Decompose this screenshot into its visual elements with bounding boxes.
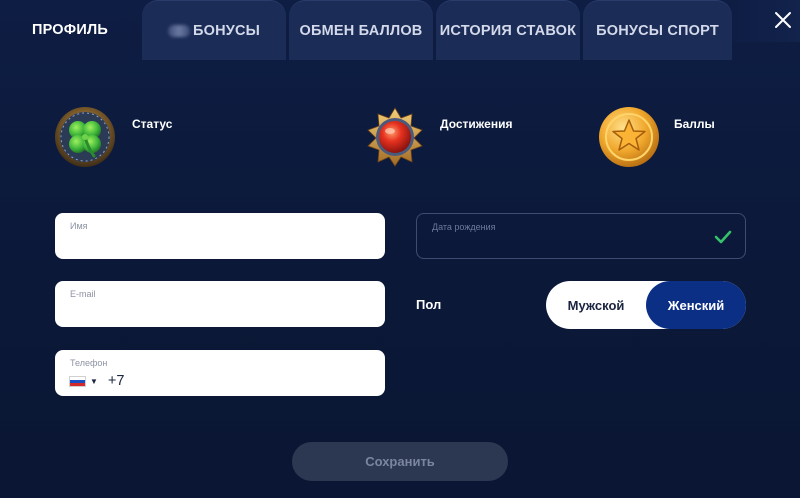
- email-input[interactable]: [70, 301, 370, 321]
- email-field[interactable]: E-mail: [55, 281, 385, 327]
- status-label: Статус: [132, 116, 173, 131]
- phone-row: ▼ +7: [69, 372, 124, 390]
- gender-female-option[interactable]: Женский: [646, 281, 746, 329]
- name-label: Имя: [70, 221, 88, 231]
- save-button[interactable]: Сохранить: [292, 442, 508, 481]
- birthdate-label: Дата рождения: [432, 222, 496, 232]
- birthdate-input[interactable]: [432, 234, 732, 254]
- gender-toggle: Мужской Женский: [546, 281, 746, 329]
- status-badge[interactable]: Статус: [54, 105, 172, 169]
- tab-label: Профиль: [32, 22, 108, 38]
- points-badge[interactable]: Баллы: [598, 105, 715, 169]
- clover-icon: [55, 107, 115, 167]
- achievements-badge[interactable]: Достижения: [364, 105, 512, 169]
- tab-points-exchange[interactable]: Обмен баллов: [289, 0, 433, 60]
- tab-label: История ставок: [439, 22, 577, 39]
- tab-label: Бонусы: [192, 22, 261, 39]
- tab-label: Бонусы спорт: [596, 22, 719, 39]
- points-label: Баллы: [674, 116, 715, 131]
- tab-bet-history[interactable]: История ставок: [436, 0, 580, 60]
- tab-label: Обмен баллов: [299, 22, 423, 39]
- phone-label: Телефон: [70, 358, 108, 368]
- caret-down-icon[interactable]: ▼: [90, 377, 98, 386]
- close-button[interactable]: [770, 7, 796, 33]
- tab-profile[interactable]: Профиль: [0, 0, 140, 60]
- gender-label: Пол: [416, 297, 442, 312]
- birthdate-field[interactable]: Дата рождения: [416, 213, 746, 259]
- achievements-label: Достижения: [440, 116, 513, 131]
- tab-bonuses[interactable]: Бонусы: [142, 0, 286, 60]
- phone-prefix[interactable]: +7: [108, 373, 125, 389]
- red-gem-medal-icon: [367, 107, 423, 167]
- russia-flag-icon[interactable]: [69, 375, 86, 387]
- gender-male-option[interactable]: Мужской: [546, 281, 646, 329]
- profile-modal: Профиль Бонусы Обмен баллов История став…: [0, 0, 800, 498]
- tab-bar: Профиль Бонусы Обмен баллов История став…: [0, 0, 800, 60]
- close-icon: [775, 12, 791, 28]
- checkmark-icon: [714, 230, 732, 244]
- name-input[interactable]: [70, 233, 370, 253]
- email-label: E-mail: [70, 289, 96, 299]
- gold-star-coin-icon: [599, 107, 659, 167]
- phone-field[interactable]: Телефон ▼ +7: [55, 350, 385, 396]
- tab-sport-bonuses[interactable]: Бонусы спорт: [583, 0, 732, 60]
- blurred-logo-icon: [167, 24, 190, 37]
- name-field[interactable]: Имя: [55, 213, 385, 259]
